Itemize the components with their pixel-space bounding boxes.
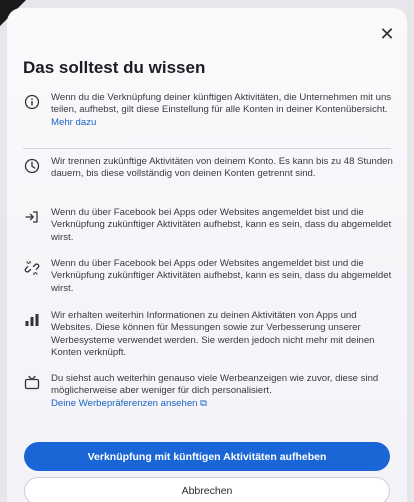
info-dialog: ✕ Das solltest du wissen Wenn du die Ver… xyxy=(7,8,407,502)
external-link-icon: ⧉ xyxy=(200,397,208,409)
info-item-processing-time: Wir trennen zukünftige Aktivitäten von d… xyxy=(23,156,393,181)
info-item-text: Wenn du die Verknüpfung deiner künftigen… xyxy=(51,92,393,129)
info-icon xyxy=(23,93,41,111)
info-item-text: Wir erhalten weiterhin Informationen zu … xyxy=(51,310,375,359)
info-item-body: Du siehst auch weiterhin genauso viele W… xyxy=(51,373,379,397)
cancel-button[interactable]: Abbrechen xyxy=(24,477,390,502)
info-item-data-usage: Wir erhalten weiterhin Informationen zu … xyxy=(23,310,393,360)
tv-icon xyxy=(23,374,41,392)
ad-preferences-link[interactable]: Deine Werbepräferenzen ansehen ⧉ xyxy=(51,398,207,409)
info-item-text: Wenn du über Facebook bei Apps oder Webs… xyxy=(51,207,392,243)
login-arrow-icon xyxy=(23,208,41,226)
clock-icon xyxy=(23,157,41,175)
info-item-ads-notice: Du siehst auch weiterhin genauso viele W… xyxy=(23,373,393,410)
info-item-logout-notice: Wenn du über Facebook bei Apps oder Webs… xyxy=(23,207,393,244)
section-divider xyxy=(23,148,391,149)
info-item-settings-scope: Wenn du die Verknüpfung deiner künftigen… xyxy=(23,92,393,129)
info-item-text: Wir trennen zukünftige Aktivitäten von d… xyxy=(51,156,393,180)
close-button[interactable]: ✕ xyxy=(377,24,397,44)
info-item-body: Wenn du die Verknüpfung deiner künftigen… xyxy=(51,92,392,116)
info-item-unlink-notice: Wenn du über Facebook bei Apps oder Webs… xyxy=(23,258,393,295)
unlink-icon xyxy=(23,259,41,277)
close-icon: ✕ xyxy=(379,24,395,44)
ad-preferences-link-label: Deine Werbepräferenzen ansehen xyxy=(51,397,198,409)
info-item-text: Du siehst auch weiterhin genauso viele W… xyxy=(51,373,393,410)
learn-more-link[interactable]: Mehr dazu xyxy=(51,117,96,128)
unlink-future-activity-button[interactable]: Verknüpfung mit künftigen Aktivitäten au… xyxy=(24,442,390,471)
bar-chart-icon xyxy=(23,311,41,329)
info-item-text: Wenn du über Facebook bei Apps oder Webs… xyxy=(51,258,392,294)
dialog-title: Das solltest du wissen xyxy=(23,58,206,77)
